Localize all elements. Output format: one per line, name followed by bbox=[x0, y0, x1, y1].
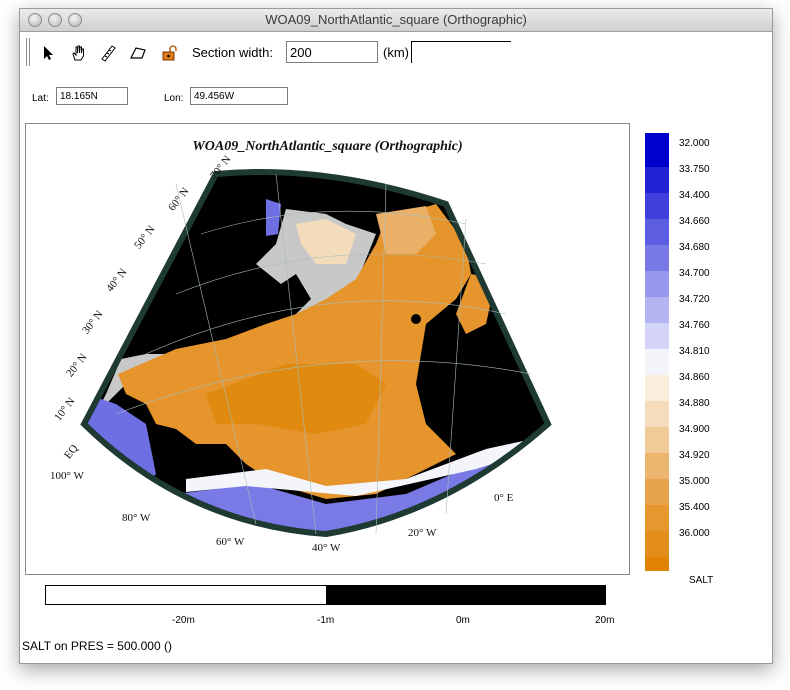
extra-text-field[interactable] bbox=[411, 41, 511, 63]
legend-swatch bbox=[645, 297, 669, 323]
legend-swatch bbox=[645, 531, 669, 557]
lon-label-40w: 40° W bbox=[312, 542, 341, 554]
map-title: WOA09_NorthAtlantic_square (Orthographic… bbox=[192, 139, 463, 154]
polygon-tool-button[interactable] bbox=[127, 42, 149, 64]
scale-bar-black bbox=[325, 586, 605, 604]
legend-label: 34.700 bbox=[679, 268, 710, 279]
legend-label: 33.750 bbox=[679, 164, 710, 175]
toolbar-grip[interactable] bbox=[26, 38, 27, 66]
selected-point-marker[interactable] bbox=[411, 314, 421, 324]
ruler-icon bbox=[101, 45, 116, 62]
lock-icon bbox=[162, 45, 177, 61]
scale-label-neg20m: -20m bbox=[172, 615, 195, 626]
ruler-tool-button[interactable] bbox=[97, 42, 119, 64]
arrow-pointer-icon bbox=[44, 46, 53, 60]
hand-icon bbox=[72, 45, 84, 61]
legend-label: 34.810 bbox=[679, 346, 710, 357]
pan-tool-button[interactable] bbox=[67, 42, 89, 64]
legend-swatch-top bbox=[645, 133, 669, 141]
scale-bar bbox=[45, 585, 606, 605]
lat-field[interactable] bbox=[56, 87, 128, 105]
status-text: SALT on PRES = 500.000 () bbox=[22, 639, 172, 653]
map-canvas[interactable]: WOA09_NorthAtlantic_square (Orthographic… bbox=[25, 123, 630, 575]
lon-label-20w: 20° W bbox=[408, 527, 437, 539]
legend-label: 34.400 bbox=[679, 190, 710, 201]
polygon-icon bbox=[130, 47, 146, 59]
legend-swatch bbox=[645, 453, 669, 479]
legend-swatch bbox=[645, 167, 669, 193]
lon-label: Lon: bbox=[164, 93, 184, 104]
legend-swatch bbox=[645, 375, 669, 401]
toolbar: Section width: (km) bbox=[20, 32, 772, 70]
scale-label-0m: 0m bbox=[456, 615, 470, 626]
legend-label: 34.660 bbox=[679, 216, 710, 227]
legend-label: 36.000 bbox=[679, 528, 710, 539]
legend-title: SALT bbox=[689, 575, 714, 586]
lon-label-80w: 80° W bbox=[122, 512, 151, 524]
legend-label: 34.920 bbox=[679, 450, 710, 461]
legend-label: 35.400 bbox=[679, 502, 710, 513]
legend-label: 34.720 bbox=[679, 294, 710, 305]
color-legend: 32.000 33.750 34.400 34.660 34.680 34.700 34.7… bbox=[645, 133, 755, 586]
lon-field[interactable] bbox=[190, 87, 288, 105]
legend-swatch bbox=[645, 401, 669, 427]
legend-swatch bbox=[645, 141, 669, 167]
section-width-input[interactable] bbox=[286, 41, 378, 63]
legend-swatch bbox=[645, 193, 669, 219]
legend-swatch bbox=[645, 427, 669, 453]
legend-label: 34.900 bbox=[679, 424, 710, 435]
lock-tool-button[interactable] bbox=[159, 42, 181, 64]
legend-swatch bbox=[645, 271, 669, 297]
legend-label: 34.860 bbox=[679, 372, 710, 383]
legend-swatch bbox=[645, 323, 669, 349]
pointer-tool-button[interactable] bbox=[37, 42, 59, 64]
lat-label: Lat: bbox=[32, 93, 49, 104]
toolbar-grip[interactable] bbox=[29, 38, 30, 66]
legend-label: 34.880 bbox=[679, 398, 710, 409]
legend-label: 34.680 bbox=[679, 242, 710, 253]
application-window: WOA09_NorthAtlantic_square (Orthographic… bbox=[19, 8, 773, 664]
lon-label-0e: 0° E bbox=[494, 492, 514, 504]
legend-label: 34.760 bbox=[679, 320, 710, 331]
title-bar: WOA09_NorthAtlantic_square (Orthographic… bbox=[20, 9, 772, 32]
scale-bar-white bbox=[46, 586, 326, 604]
section-width-label: Section width: bbox=[192, 45, 273, 60]
map-plot[interactable] bbox=[26, 124, 629, 574]
scale-label-neg1m: -1m bbox=[317, 615, 335, 626]
lon-label-60w: 60° W bbox=[216, 536, 245, 548]
section-width-unit: (km) bbox=[383, 45, 409, 60]
legend-swatch-bottom bbox=[645, 557, 669, 571]
legend-label: 32.000 bbox=[679, 138, 710, 149]
legend-label: 35.000 bbox=[679, 476, 710, 487]
legend-swatch bbox=[645, 245, 669, 271]
legend-swatch bbox=[645, 219, 669, 245]
scale-label-20m: 20m bbox=[595, 615, 615, 626]
window-title: WOA09_NorthAtlantic_square (Orthographic… bbox=[265, 12, 527, 27]
legend-swatch bbox=[645, 349, 669, 375]
legend-swatch bbox=[645, 479, 669, 505]
legend-swatch bbox=[645, 505, 669, 531]
lon-label-100w: 100° W bbox=[50, 470, 84, 482]
